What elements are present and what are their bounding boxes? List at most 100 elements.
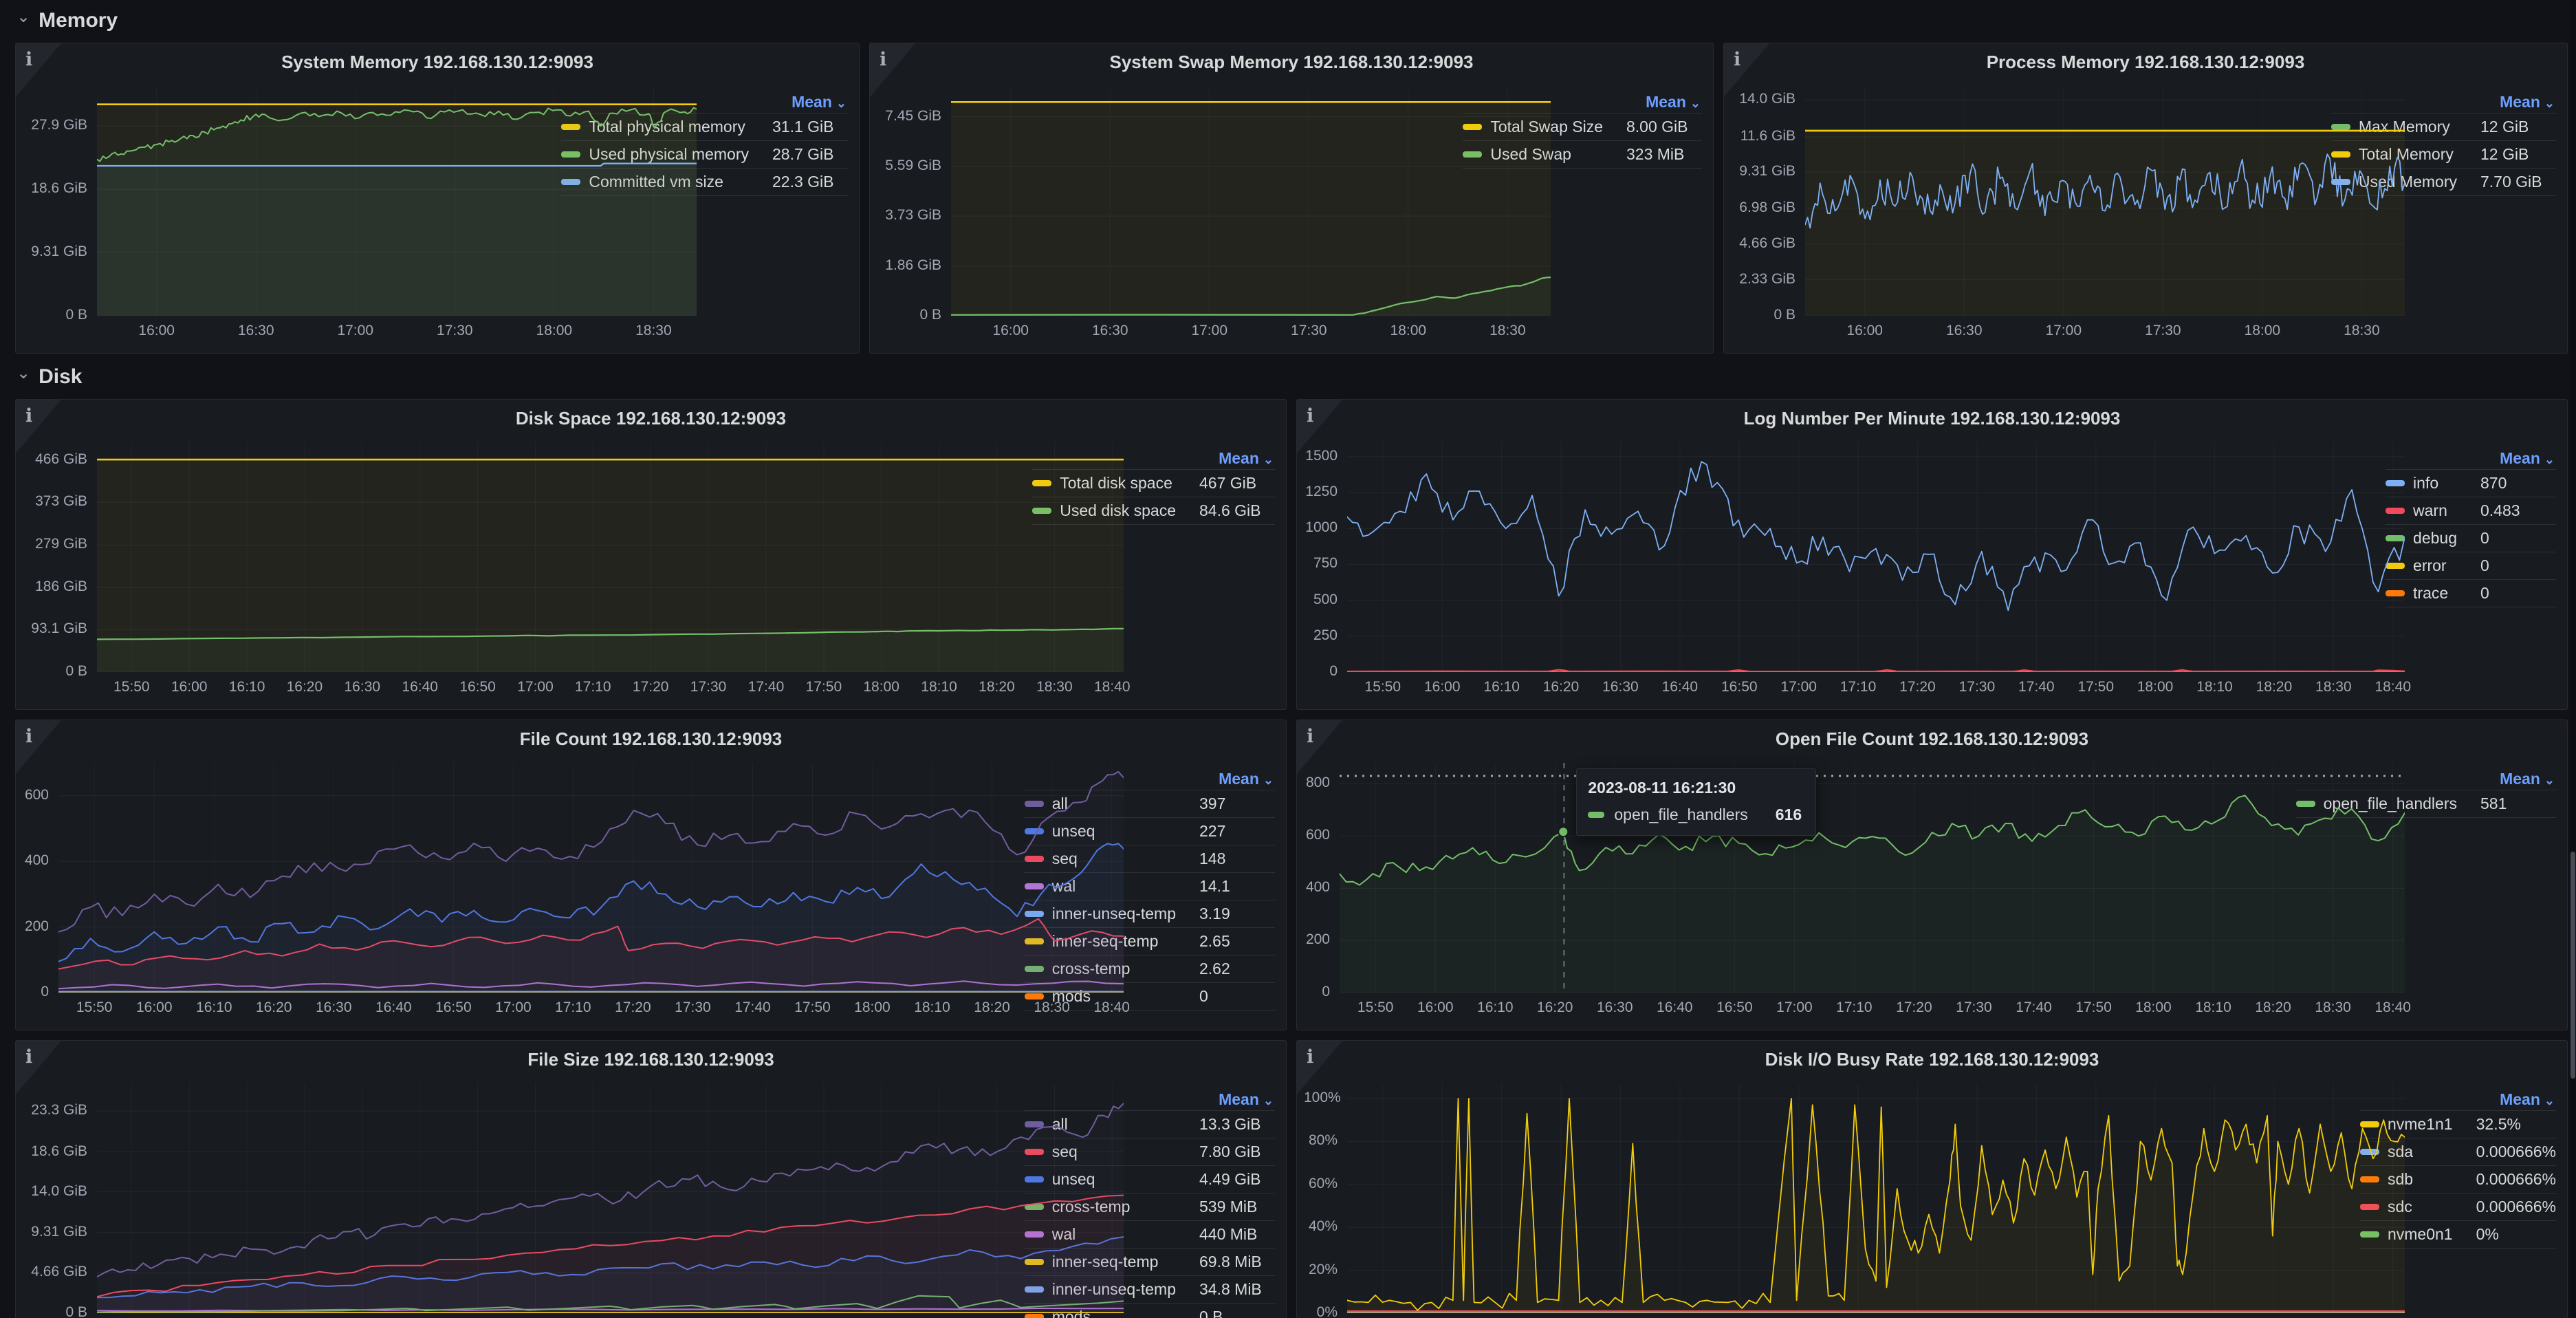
- y-axis-tick-label: 23.3 GiB: [23, 1102, 87, 1119]
- chart-plot-area[interactable]: 0 B4.66 GiB9.31 GiB14.0 GiB18.6 GiB23.3 …: [23, 1077, 1005, 1318]
- legend-mean-header[interactable]: Mean⌄: [1646, 93, 1702, 111]
- legend-item[interactable]: trace0: [2386, 579, 2556, 607]
- x-axis-tick-label: 18:00: [513, 323, 596, 339]
- legend-series-value: 4.49 GiB: [1199, 1165, 1275, 1193]
- panel-title[interactable]: System Swap Memory 192.168.130.12:9093: [870, 43, 1713, 79]
- legend-series-value: 32.5%: [2476, 1110, 2556, 1138]
- panel-body: 0 B2.33 GiB4.66 GiB6.98 GiB9.31 GiB11.6 …: [1724, 79, 2567, 349]
- legend-mean-header[interactable]: Mean⌄: [2500, 1090, 2556, 1109]
- x-axis-tick-label: 17:30: [413, 323, 496, 339]
- chart-svg[interactable]: [97, 1083, 1124, 1313]
- panel-process-memory-192-168-130-12-9093: iProcess Memory 192.168.130.12:90930 B2.…: [1723, 43, 2568, 354]
- legend-mean-label: Mean: [2500, 1090, 2540, 1108]
- panel-info-corner[interactable]: [16, 1041, 61, 1094]
- chart-svg[interactable]: [1340, 763, 2405, 993]
- scrollbar-thumb[interactable]: [2570, 852, 2575, 1079]
- panel-title[interactable]: System Memory 192.168.130.12:9093: [16, 43, 859, 79]
- x-axis-tick-label: 16:00: [970, 323, 1052, 339]
- panel-info-corner[interactable]: [1297, 720, 1342, 774]
- panel-title[interactable]: Process Memory 192.168.130.12:9093: [1724, 43, 2567, 79]
- scrollbar[interactable]: [2570, 0, 2576, 1318]
- panel-info-corner[interactable]: [16, 43, 61, 97]
- panel-info-corner[interactable]: [870, 43, 915, 97]
- legend-item[interactable]: debug0: [2386, 524, 2556, 552]
- chart-plot-area[interactable]: 0 B1.86 GiB3.73 GiB5.59 GiB7.45 GiB16:00…: [877, 79, 1443, 349]
- legend-mean-header[interactable]: Mean⌄: [1219, 770, 1275, 788]
- chart-svg[interactable]: [1805, 86, 2405, 316]
- legend-mean-header[interactable]: Mean⌄: [1219, 449, 1275, 468]
- legend-series-value: 84.6 GiB: [1199, 497, 1275, 525]
- chevron-down-icon: ⌄: [1263, 453, 1274, 466]
- x-axis-tick-label: 17:30: [1267, 323, 1350, 339]
- y-axis-tick-label: 20%: [1304, 1262, 1338, 1278]
- panel-row: iSystem Memory 192.168.130.12:90930 B9.3…: [15, 43, 2568, 354]
- y-axis-tick-label: 18.6 GiB: [23, 180, 87, 197]
- legend-series-value: 148: [1199, 845, 1275, 872]
- legend-series-value: 0: [2480, 579, 2556, 607]
- legend-series-value: 323 MiB: [1626, 140, 1702, 169]
- x-axis-tick-label: 16:00: [116, 323, 198, 339]
- panel-info-corner[interactable]: [1724, 43, 1769, 97]
- chart-plot-area[interactable]: 020040060015:5016:0016:1016:2016:3016:40…: [23, 756, 1005, 1026]
- legend-mean-header[interactable]: Mean⌄: [1219, 1090, 1275, 1109]
- legend-item[interactable]: error0: [2386, 552, 2556, 579]
- panel-info-corner[interactable]: [1297, 400, 1342, 453]
- x-axis-tick-label: 18:30: [1466, 323, 1549, 339]
- x-axis-tick-label: 16:30: [1069, 323, 1151, 339]
- legend-series-value: 12 GiB: [2480, 113, 2556, 140]
- legend-mean-header[interactable]: Mean⌄: [2500, 449, 2556, 468]
- legend-mean-header[interactable]: Mean⌄: [2500, 770, 2556, 788]
- y-axis-tick-label: 3.73 GiB: [877, 207, 941, 224]
- y-axis-tick-label: 800: [1304, 775, 1330, 791]
- y-axis-tick-label: 40%: [1304, 1218, 1338, 1235]
- legend-item[interactable]: info870: [2386, 469, 2556, 497]
- panel-title[interactable]: File Size 192.168.130.12:9093: [16, 1041, 1286, 1077]
- legend-mean-label: Mean: [792, 93, 832, 111]
- y-axis-tick-label: 279 GiB: [23, 536, 87, 552]
- legend-mean-header[interactable]: Mean⌄: [2500, 93, 2556, 111]
- chart-plot-area[interactable]: 0 B9.31 GiB18.6 GiB27.9 GiB16:0016:3017:…: [23, 79, 542, 349]
- y-axis-tick-label: 0 B: [877, 307, 941, 323]
- chart-svg[interactable]: [58, 763, 1124, 993]
- section-header-memory[interactable]: ⌄Memory: [17, 7, 118, 34]
- chevron-down-icon: ⌄: [2544, 96, 2555, 110]
- y-axis-tick-label: 0: [23, 984, 49, 1000]
- chart-plot-area[interactable]: 025050075010001250150015:5016:0016:1016:…: [1304, 435, 2366, 705]
- chart-svg[interactable]: [97, 442, 1124, 672]
- legend-item[interactable]: warn0.483: [2386, 497, 2556, 524]
- section-label: Memory: [39, 9, 118, 32]
- panel-row: iFile Count 192.168.130.12:9093020040060…: [15, 720, 2568, 1030]
- y-axis-tick-label: 750: [1304, 555, 1338, 572]
- chart-svg[interactable]: [97, 86, 697, 316]
- panel-title[interactable]: Open File Count 192.168.130.12:9093: [1297, 720, 2567, 756]
- y-axis-tick-label: 0 B: [23, 1304, 87, 1318]
- chart-plot-area[interactable]: 0%20%40%60%80%100%15:5016:0016:1016:2016…: [1304, 1077, 2341, 1318]
- panel-title[interactable]: Disk I/O Busy Rate 192.168.130.12:9093: [1297, 1041, 2567, 1077]
- panel-body: 020040060080015:5016:0016:1016:2016:3016…: [1297, 756, 2567, 1026]
- panel-disk-i-o-busy-rate-192-168-130-12-9093: iDisk I/O Busy Rate 192.168.130.12:90930…: [1296, 1040, 2568, 1318]
- y-axis-tick-label: 600: [1304, 827, 1330, 843]
- chart-svg[interactable]: [1347, 1083, 2405, 1313]
- panel-info-corner[interactable]: [1297, 1041, 1342, 1094]
- chart-svg[interactable]: [951, 86, 1551, 316]
- chart-svg[interactable]: [1347, 442, 2405, 672]
- panel-info-corner[interactable]: [16, 400, 61, 453]
- chart-tooltip: 2023-08-11 16:21:30open_file_handlers616: [1576, 768, 1816, 836]
- chart-plot-area[interactable]: 0 B93.1 GiB186 GiB279 GiB373 GiB466 GiB1…: [23, 435, 1013, 705]
- legend-series-value: 0.000666%: [2476, 1193, 2556, 1220]
- legend-mean-label: Mean: [1646, 93, 1686, 111]
- y-axis-tick-label: 9.31 GiB: [1731, 163, 1795, 180]
- y-axis-tick-label: 0 B: [1731, 307, 1795, 323]
- panel-title[interactable]: Log Number Per Minute 192.168.130.12:909…: [1297, 400, 2567, 435]
- panel-title[interactable]: Disk Space 192.168.130.12:9093: [16, 400, 1286, 435]
- chart-plot-area[interactable]: 020040060080015:5016:0016:1016:2016:3016…: [1304, 756, 2277, 1026]
- section-header-disk[interactable]: ⌄Disk: [17, 363, 82, 391]
- legend-mean-header[interactable]: Mean⌄: [792, 93, 848, 111]
- chart-plot-area[interactable]: 0 B2.33 GiB4.66 GiB6.98 GiB9.31 GiB11.6 …: [1731, 79, 2312, 349]
- panel-title[interactable]: File Count 192.168.130.12:9093: [16, 720, 1286, 756]
- panel-info-corner[interactable]: [16, 720, 61, 774]
- chevron-down-icon: ⌄: [2544, 453, 2555, 466]
- x-axis-tick-label: 18:00: [2221, 323, 2304, 339]
- x-axis-tick-label: 18:40: [1071, 1000, 1153, 1016]
- x-axis-tick-label: 16:30: [1923, 323, 2005, 339]
